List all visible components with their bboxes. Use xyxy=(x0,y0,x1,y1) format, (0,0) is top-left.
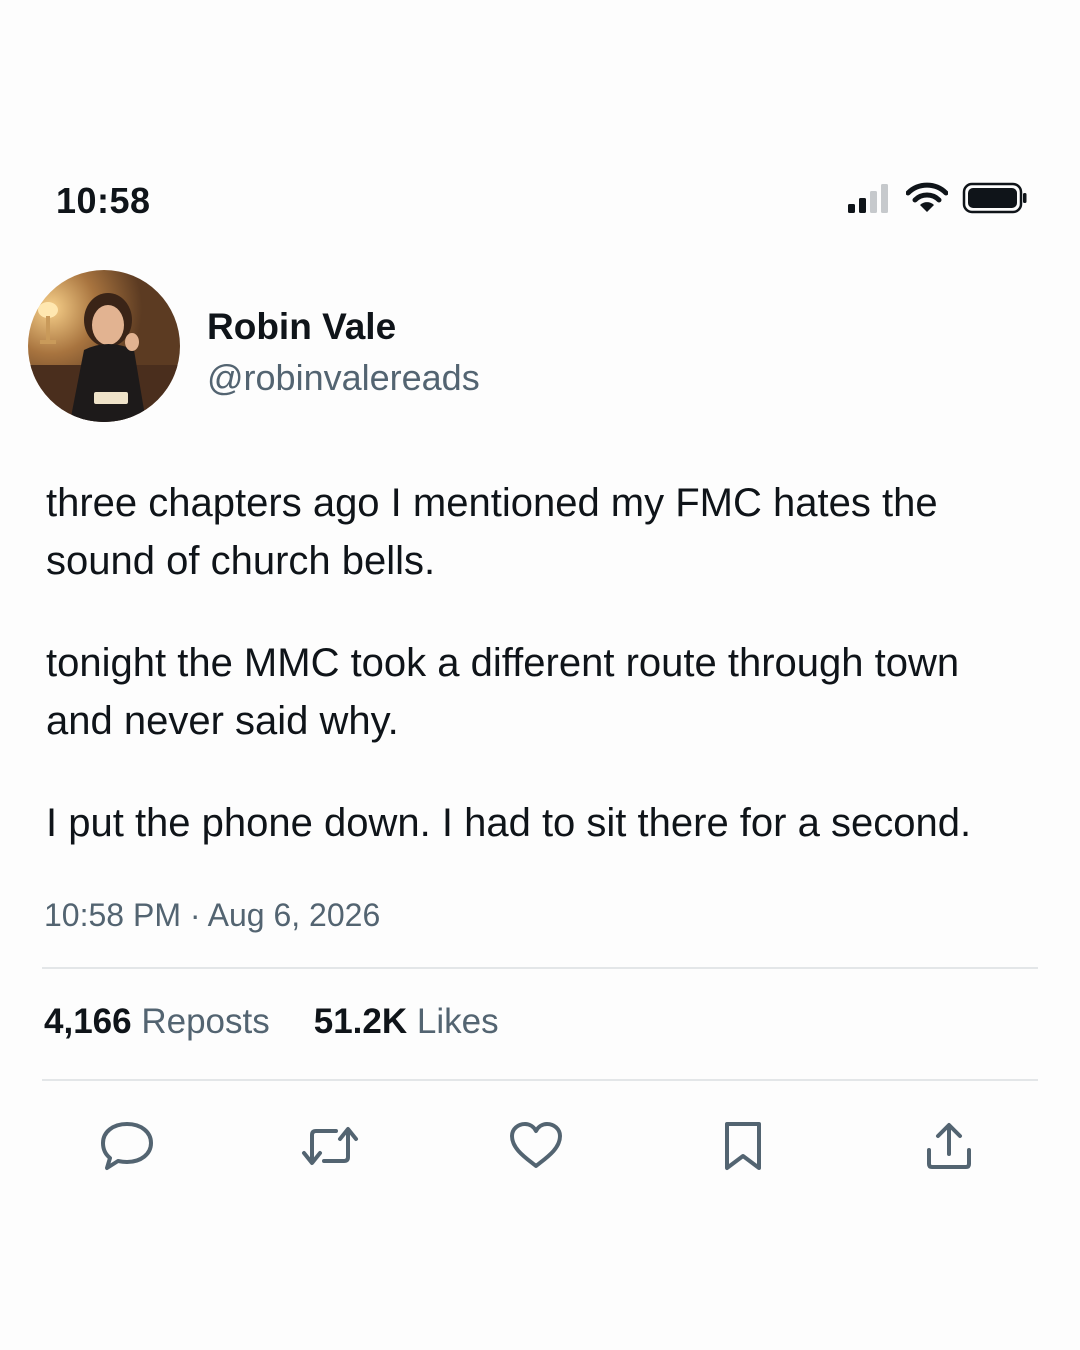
post-screen: 10:58 Robin Vale @robinvalereads three c… xyxy=(0,0,1080,1350)
bookmark-button[interactable] xyxy=(713,1116,773,1176)
post-line: tonight the MMC took a different route t… xyxy=(46,641,960,685)
like-icon xyxy=(510,1122,562,1168)
share-button[interactable] xyxy=(919,1116,979,1176)
wifi-icon xyxy=(906,182,948,212)
share-icon xyxy=(927,1123,971,1169)
author-handle[interactable]: @robinvalereads xyxy=(207,357,480,399)
divider xyxy=(42,1079,1038,1081)
author-display-name[interactable]: Robin Vale xyxy=(207,306,396,348)
status-time: 10:58 xyxy=(56,180,151,221)
post-line: sound of church bells. xyxy=(46,539,436,583)
reposts-label: Reposts xyxy=(141,1002,270,1041)
divider xyxy=(42,967,1038,969)
reposts-stat[interactable]: 4,166 Reposts xyxy=(44,1002,270,1042)
post-paragraph: I put the phone down. I had to sit there… xyxy=(46,794,1056,852)
reply-icon xyxy=(101,1122,153,1170)
reply-button[interactable] xyxy=(97,1116,157,1176)
post-timestamp[interactable]: 10:58 PM · Aug 6, 2026 xyxy=(44,897,380,934)
avatar[interactable] xyxy=(28,270,180,422)
post-paragraph: three chapters ago I mentioned my FMC ha… xyxy=(46,474,1056,590)
status-icons xyxy=(846,182,1028,214)
repost-button[interactable] xyxy=(300,1116,360,1176)
repost-icon xyxy=(302,1127,358,1165)
post-paragraph: tonight the MMC took a different route t… xyxy=(46,634,1056,750)
post-line: and never said why. xyxy=(46,699,399,743)
post-line: three chapters ago I mentioned my FMC ha… xyxy=(46,481,938,525)
battery-icon xyxy=(962,182,1027,214)
bookmark-icon xyxy=(725,1122,761,1170)
reposts-count: 4,166 xyxy=(44,1002,132,1041)
likes-stat[interactable]: 51.2K Likes xyxy=(314,1002,499,1042)
likes-count: 51.2K xyxy=(313,1002,408,1041)
post-line: I put the phone down. I had to sit there… xyxy=(46,801,972,845)
like-button[interactable] xyxy=(506,1116,566,1176)
post-text: three chapters ago I mentioned my FMC ha… xyxy=(46,474,1056,896)
likes-label: Likes xyxy=(416,1002,499,1041)
cellular-signal-icon xyxy=(848,184,888,213)
engagement-stats: 4,166 Reposts 51.2K Likes xyxy=(44,1002,499,1042)
